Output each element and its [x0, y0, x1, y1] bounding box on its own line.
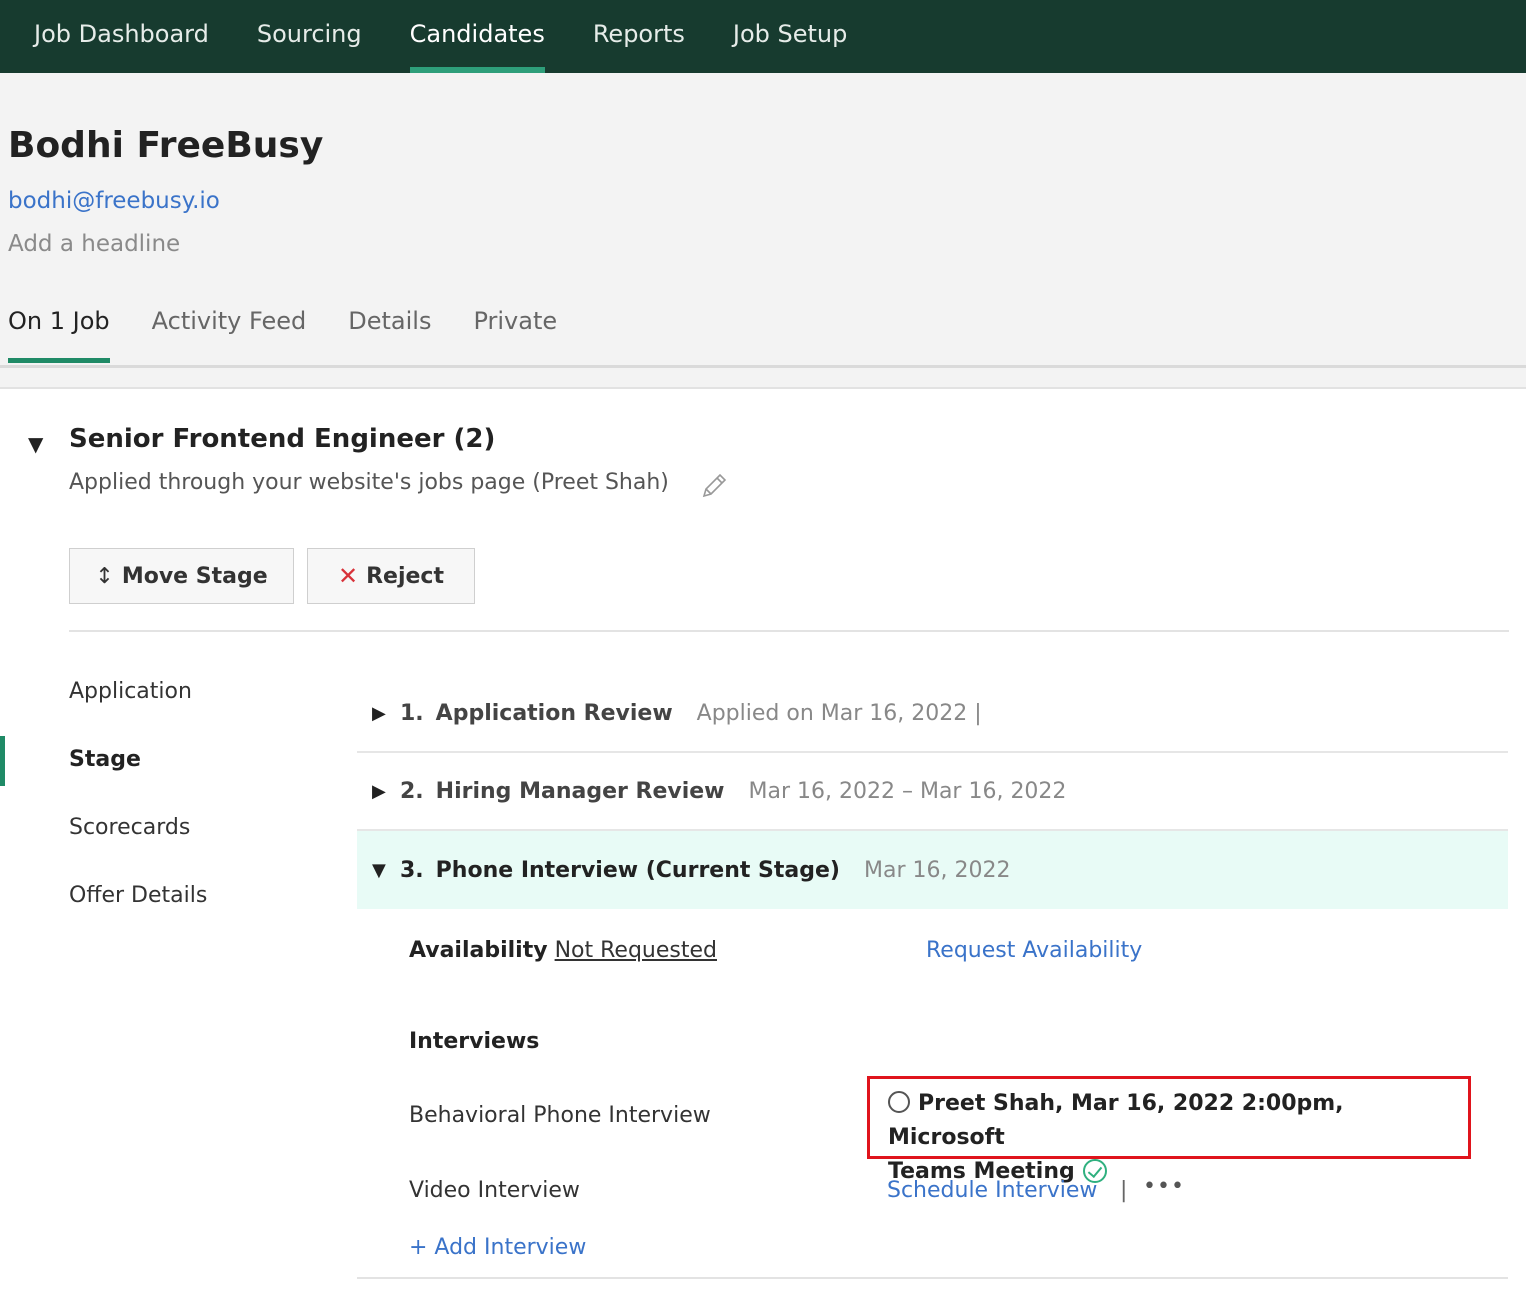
add-headline-field[interactable]: Add a headline — [8, 231, 180, 257]
nav-job-setup[interactable]: Job Setup — [733, 0, 847, 73]
tab-on-1-job[interactable]: On 1 Job — [8, 297, 110, 363]
request-availability-link[interactable]: Request Availability — [926, 938, 1142, 963]
expand-triangle-icon: ▶ — [372, 780, 386, 802]
collapse-triangle-icon: ▼ — [372, 859, 386, 881]
availability-label: Availability — [409, 938, 548, 963]
stage-date: Mar 16, 2022 — [864, 857, 1011, 883]
add-interview-link[interactable]: + Add Interview — [409, 1235, 586, 1260]
reject-label: Reject — [366, 563, 444, 589]
move-stage-button[interactable]: ↕ Move Stage — [69, 548, 294, 604]
expand-triangle-icon: ▶ — [372, 702, 386, 724]
stage-name: Application Review — [435, 700, 673, 726]
stage-date: Applied on Mar 16, 2022 | — [696, 700, 982, 726]
interviews-heading: Interviews — [409, 1029, 540, 1054]
move-stage-label: Move Stage — [121, 563, 268, 589]
availability-row: Availability Not Requested — [409, 938, 717, 963]
availability-status-link[interactable]: Not Requested — [555, 938, 717, 963]
tab-activity-feed[interactable]: Activity Feed — [152, 297, 307, 363]
candidate-subtabs: On 1 Job Activity Feed Details Private — [8, 297, 599, 363]
side-item-application[interactable]: Application — [69, 679, 192, 704]
nav-sourcing[interactable]: Sourcing — [257, 0, 362, 73]
side-item-offer-details[interactable]: Offer Details — [69, 883, 207, 908]
section-divider — [69, 630, 1509, 632]
interview-name-behavioral: Behavioral Phone Interview — [409, 1103, 711, 1128]
side-item-scorecards[interactable]: Scorecards — [69, 815, 190, 840]
stage-application-review[interactable]: ▶ 1. Application Review Applied on Mar 1… — [357, 675, 1508, 753]
top-nav: Job Dashboard Sourcing Candidates Report… — [0, 0, 1526, 73]
stage-name: Phone Interview (Current Stage) — [435, 857, 840, 883]
tab-private[interactable]: Private — [473, 297, 557, 363]
stage-number: 3. — [400, 857, 424, 883]
stage-name: Hiring Manager Review — [435, 778, 725, 804]
reject-button[interactable]: ✕ Reject — [307, 548, 475, 604]
nav-reports[interactable]: Reports — [593, 0, 685, 73]
side-active-indicator — [0, 736, 5, 786]
collapse-triangle-icon[interactable]: ▼ — [28, 432, 43, 456]
side-item-stage[interactable]: Stage — [69, 747, 141, 772]
vertical-arrows-icon: ↕ — [95, 563, 114, 589]
stage-hiring-manager-review[interactable]: ▶ 2. Hiring Manager Review Mar 16, 2022 … — [357, 753, 1508, 831]
nav-job-dashboard[interactable]: Job Dashboard — [34, 0, 209, 73]
header-divider — [0, 365, 1526, 368]
close-icon: ✕ — [338, 562, 359, 590]
interview-name-video: Video Interview — [409, 1178, 580, 1203]
scheduled-interview-highlight[interactable]: Preet Shah, Mar 16, 2022 2:00pm, Microso… — [867, 1076, 1471, 1184]
radio-icon[interactable] — [888, 1091, 910, 1113]
separator: | — [1120, 1178, 1128, 1203]
stage-phone-interview[interactable]: ▼ 3. Phone Interview (Current Stage) Mar… — [357, 831, 1508, 909]
candidate-name: Bodhi FreeBusy — [8, 125, 324, 166]
job-title: Senior Frontend Engineer (2) — [69, 424, 496, 454]
more-options-icon[interactable]: ••• — [1143, 1174, 1185, 1199]
scheduled-interview-line-1: Preet Shah, Mar 16, 2022 2:00pm, Microso… — [888, 1087, 1450, 1155]
stage-date: Mar 16, 2022 – Mar 16, 2022 — [748, 778, 1067, 804]
job-source: Applied through your website's jobs page… — [69, 470, 669, 495]
scheduled-interview-detail: Preet Shah, Mar 16, 2022 2:00pm, Microso… — [888, 1091, 1344, 1150]
stage-number: 2. — [400, 778, 424, 804]
section-bottom-divider — [357, 1277, 1508, 1279]
nav-candidates[interactable]: Candidates — [409, 0, 546, 73]
schedule-interview-link[interactable]: Schedule Interview — [887, 1178, 1097, 1203]
candidate-header: Bodhi FreeBusy bodhi@freebusy.io Add a h… — [0, 73, 1526, 389]
stage-number: 1. — [400, 700, 424, 726]
tab-details[interactable]: Details — [348, 297, 431, 363]
pencil-icon[interactable] — [698, 470, 730, 502]
candidate-email-link[interactable]: bodhi@freebusy.io — [8, 188, 220, 214]
